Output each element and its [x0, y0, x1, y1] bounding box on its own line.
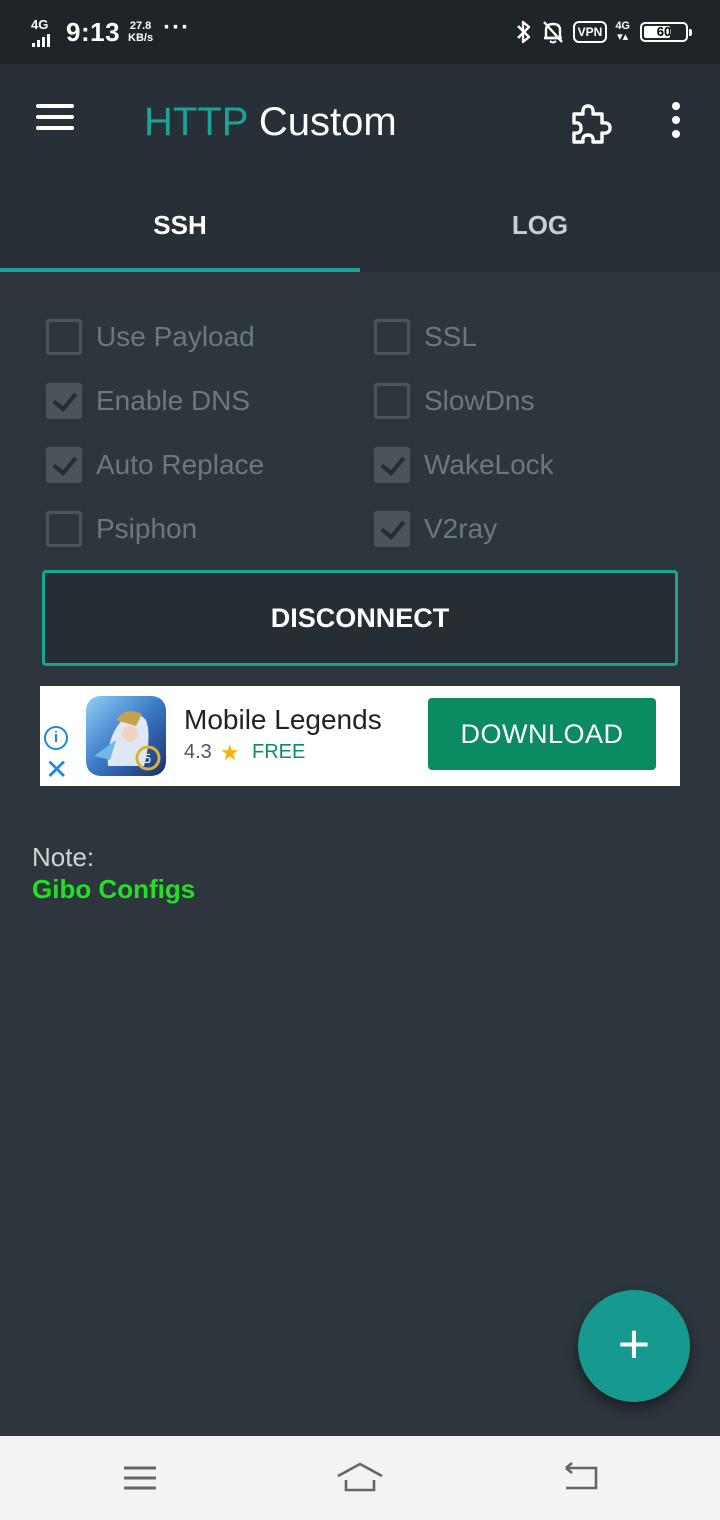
option-ssl[interactable]: SSL — [374, 317, 477, 357]
menu-icon[interactable] — [36, 104, 76, 134]
option-label: Use Payload — [96, 321, 255, 352]
ad-rating: 4.3 — [184, 741, 212, 763]
clock: 9:13 — [66, 16, 121, 47]
network-type: 4G — [31, 17, 49, 32]
use-payload-checkbox[interactable] — [46, 319, 82, 355]
battery-icon: 60 — [640, 22, 692, 42]
ad-price: FREE — [252, 741, 306, 763]
option-label: Enable DNS — [96, 385, 251, 416]
option-psiphon[interactable]: Psiphon — [46, 509, 197, 549]
option-label: SSL — [424, 321, 477, 352]
data-arrows: ▾▴ — [617, 31, 629, 43]
tab-log[interactable]: LOG — [360, 182, 720, 272]
option-label: V2ray — [424, 513, 498, 544]
ad-banner[interactable]: i ✕ 5 Mobile Legends 4.3 ★ FREE DOWNLOAD — [40, 686, 680, 786]
app-title-accent: HTTP — [144, 100, 248, 144]
option-label: WakeLock — [424, 449, 554, 480]
auto-replace-checkbox[interactable] — [46, 447, 82, 483]
add-button[interactable]: + — [578, 1290, 690, 1402]
option-label: SlowDns — [424, 385, 535, 416]
bell-off-icon — [542, 21, 563, 44]
status-left: 4G 9:13 27.8 KB/s ··· — [30, 14, 190, 50]
note-label: Note: — [32, 842, 95, 872]
more-vert-icon[interactable] — [666, 102, 686, 142]
home-icon[interactable] — [336, 1456, 384, 1500]
more-notifications-icon: ··· — [163, 14, 191, 41]
status-right: VPN 4G ▾▴ 60 — [515, 17, 692, 47]
option-v2ray[interactable]: V2ray — [374, 509, 497, 549]
bluetooth-icon — [516, 20, 530, 44]
battery-level: 60 — [656, 24, 672, 39]
svg-text:5: 5 — [144, 752, 152, 766]
speed-value: 27.8 — [129, 20, 152, 32]
option-auto-replace[interactable]: Auto Replace — [46, 445, 264, 485]
signal-icon: 4G — [30, 17, 54, 47]
back-icon[interactable] — [556, 1456, 604, 1500]
speed-unit: KB/s — [128, 32, 154, 44]
ad-info-icon[interactable]: i — [44, 726, 68, 750]
puzzle-icon[interactable] — [568, 100, 614, 146]
app-title-rest: Custom — [258, 100, 397, 144]
app-icon: 5 — [86, 696, 166, 776]
tab-ssh[interactable]: SSH — [0, 182, 360, 272]
app-toolbar: HTTP Custom — [0, 64, 720, 182]
option-slowdns[interactable]: SlowDns — [374, 381, 534, 421]
option-label: Auto Replace — [96, 449, 265, 480]
note-value: Gibo Configs — [32, 874, 196, 904]
option-use-payload[interactable]: Use Payload — [46, 317, 255, 357]
slowdns-checkbox[interactable] — [374, 383, 410, 419]
option-wakelock[interactable]: WakeLock — [374, 445, 554, 485]
v2ray-checkbox[interactable] — [374, 511, 410, 547]
ad-app-name: Mobile Legends — [184, 704, 382, 735]
enable-dns-checkbox[interactable] — [46, 383, 82, 419]
ad-download-button[interactable]: DOWNLOAD — [428, 698, 656, 770]
star-icon: ★ — [220, 740, 240, 765]
disconnect-button[interactable]: DISCONNECT — [42, 570, 678, 666]
ssl-checkbox[interactable] — [374, 319, 410, 355]
system-nav-bar — [0, 1436, 720, 1520]
psiphon-checkbox[interactable] — [46, 511, 82, 547]
ad-close-icon[interactable]: ✕ — [45, 756, 68, 784]
tab-bar: SSH LOG — [0, 182, 720, 272]
status-bar: 4G 9:13 27.8 KB/s ··· VPN 4G ▾▴ 60 — [0, 0, 720, 64]
recents-icon[interactable] — [116, 1456, 164, 1500]
option-enable-dns[interactable]: Enable DNS — [46, 381, 250, 421]
app-title: HTTP Custom — [144, 100, 397, 145]
network-speed: 27.8 KB/s — [128, 20, 153, 44]
mobile-data-icon: 4G ▾▴ — [615, 21, 630, 43]
wakelock-checkbox[interactable] — [374, 447, 410, 483]
option-label: Psiphon — [96, 513, 198, 544]
vpn-icon: VPN — [572, 21, 608, 43]
